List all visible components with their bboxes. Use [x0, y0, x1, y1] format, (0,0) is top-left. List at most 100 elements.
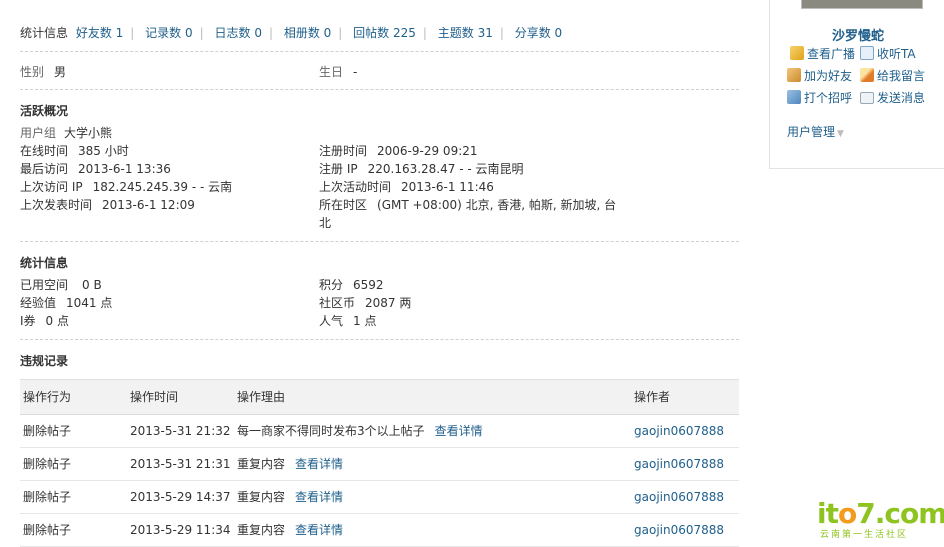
lastvisit-value: 2013-6-1 13:36 [78, 162, 171, 176]
site-watermark: ito7.com 云南第一生活社区 [817, 497, 944, 543]
regip-row: 注册 IP 220.163.28.47 - - 云南昆明 [319, 160, 524, 178]
birthday-row: 生日 - [319, 63, 357, 81]
row-action: 删除帖子 [23, 490, 72, 504]
row-action: 删除帖子 [23, 457, 72, 471]
exp-row: 经验值 1041 点 [20, 294, 112, 312]
envelope-icon [860, 92, 874, 104]
timezone-value: (GMT +08:00) 北京, 香港, 帕斯, 新加坡, 台 [377, 198, 617, 212]
timezone-label: 所在时区 [319, 198, 368, 212]
replies-count-link[interactable]: 回帖数 225 [353, 26, 416, 40]
usergroup-label: 用户组 [20, 126, 57, 140]
lastpost-row: 上次发表时间 2013-6-1 12:09 [20, 196, 195, 214]
voucher-label: I券 [20, 314, 36, 328]
leave-message-link[interactable]: 给我留言 [860, 67, 925, 85]
coins-value: 2087 两 [365, 296, 412, 310]
row-action: 删除帖子 [23, 424, 72, 438]
operator-link[interactable]: gaojin0607888 [634, 448, 724, 480]
space-label: 已用空间 [20, 278, 69, 292]
row-reason: 重复内容 查看详情 [237, 448, 343, 480]
greet-icon [787, 90, 801, 104]
usergroup-link[interactable]: 大学小熊 [64, 126, 112, 140]
birthday-label: 生日 [319, 65, 344, 79]
points-label: 积分 [319, 278, 344, 292]
stats-label: 统计信息 [20, 26, 69, 40]
regip-label: 注册 IP [319, 162, 358, 176]
gender-value: 男 [54, 65, 67, 79]
user-manage-dropdown[interactable]: 用户管理 ▼ [787, 123, 844, 140]
voucher-value: 0 点 [45, 314, 69, 328]
view-broadcast-link[interactable]: 查看广播 [790, 45, 855, 63]
lastip-value: 182.245.245.39 - - 云南 [92, 180, 233, 194]
timezone-value-cont: 北 [319, 216, 332, 230]
watermark-tagline: 云南第一生活社区 [820, 530, 909, 540]
stats-bar: 统计信息 好友数 1 | 记录数 0 | 日志数 0 | 相册数 0 | 回帖数 225… [20, 26, 563, 40]
watermark-logo: ito7.com [817, 497, 944, 530]
handshake-icon [787, 68, 801, 82]
albums-count-link[interactable]: 相册数 0 [284, 26, 331, 40]
threads-count-link[interactable]: 主题数 31 [438, 26, 493, 40]
points-value: 6592 [353, 278, 384, 292]
table-row: 删除帖子 2013-5-29 14:37 重复内容 查看详情 gaojin0607… [20, 481, 739, 514]
reason-text: 每一商家不得同时发布3个以上帖子 [237, 424, 425, 438]
online-value: 385 小时 [78, 144, 129, 158]
follow-link[interactable]: 收听TA [860, 45, 916, 63]
lastvisit-row: 最后访问 2013-6-1 13:36 [20, 160, 171, 178]
reason-text: 重复内容 [237, 523, 286, 537]
records-count-link[interactable]: 记录数 0 [145, 26, 192, 40]
operator-link[interactable]: gaojin0607888 [634, 415, 724, 447]
operator-link[interactable]: gaojin0607888 [634, 481, 724, 513]
greet-label: 打个招呼 [804, 91, 853, 105]
table-row: 删除帖子 2013-5-31 21:31 重复内容 查看详情 gaojin0607… [20, 448, 739, 481]
speaker-icon [790, 46, 804, 60]
lastvisit-label: 最后访问 [20, 162, 69, 176]
gender-label: 性别 [20, 65, 45, 79]
add-friend-label: 加为好友 [804, 69, 853, 83]
view-broadcast-label: 查看广播 [807, 47, 856, 61]
view-detail-link[interactable]: 查看详情 [295, 457, 343, 471]
gender-row: 性别男 [20, 63, 66, 81]
lastip-row: 上次访问 IP 182.245.245.39 - - 云南 [20, 178, 232, 196]
coins-label: 社区币 [319, 296, 356, 310]
blogs-count-link[interactable]: 日志数 0 [215, 26, 262, 40]
divider [20, 241, 739, 242]
points-row: 积分 6592 [319, 276, 384, 294]
greet-link[interactable]: 打个招呼 [787, 89, 852, 107]
view-detail-link[interactable]: 查看详情 [295, 490, 343, 504]
row-time: 2013-5-31 21:31 [130, 457, 231, 471]
header-action: 操作行为 [23, 390, 72, 404]
avatar[interactable] [801, 0, 923, 9]
space-value: 0 B [82, 278, 102, 292]
online-row: 在线时间 385 小时 [20, 142, 129, 160]
reason-text: 重复内容 [237, 490, 286, 504]
row-time: 2013-5-31 21:32 [130, 424, 231, 438]
send-message-link[interactable]: 发送消息 [860, 89, 925, 107]
divider [20, 339, 739, 340]
usergroup-row: 用户组 大学小熊 [20, 124, 112, 142]
reason-text: 重复内容 [237, 457, 286, 471]
violations-table: 操作行为 操作时间 操作理由 操作者 删除帖子 2013-5-31 21:32 … [20, 379, 739, 547]
user-manage-label: 用户管理 [787, 125, 836, 139]
row-time: 2013-5-29 11:34 [130, 523, 231, 537]
chevron-down-icon: ▼ [837, 129, 844, 139]
lastpost-value: 2013-6-1 12:09 [102, 198, 195, 212]
timezone-row: 所在时区 (GMT +08:00) 北京, 香港, 帕斯, 新加坡, 台 [319, 196, 616, 214]
lastpost-label: 上次发表时间 [20, 198, 93, 212]
statsinfo-title: 统计信息 [20, 256, 69, 270]
row-reason: 每一商家不得同时发布3个以上帖子 查看详情 [237, 415, 483, 447]
view-detail-link[interactable]: 查看详情 [295, 523, 343, 537]
friends-count-link[interactable]: 好友数 1 [76, 26, 123, 40]
lastactive-value: 2013-6-1 11:46 [401, 180, 494, 194]
view-detail-link[interactable]: 查看详情 [435, 424, 483, 438]
send-message-label: 发送消息 [877, 91, 926, 105]
regip-value: 220.163.28.47 - - 云南昆明 [367, 162, 524, 176]
leave-message-label: 给我留言 [877, 69, 926, 83]
register-value: 2006-9-29 09:21 [377, 144, 478, 158]
operator-link[interactable]: gaojin0607888 [634, 514, 724, 546]
username-link[interactable]: 沙罗慢蛇 [832, 25, 884, 44]
shares-count-link[interactable]: 分享数 0 [515, 26, 562, 40]
exp-label: 经验值 [20, 296, 57, 310]
row-time: 2013-5-29 14:37 [130, 490, 231, 504]
row-reason: 重复内容 查看详情 [237, 514, 343, 546]
add-friend-link[interactable]: 加为好友 [787, 67, 852, 85]
coins-row: 社区币 2087 两 [319, 294, 411, 312]
